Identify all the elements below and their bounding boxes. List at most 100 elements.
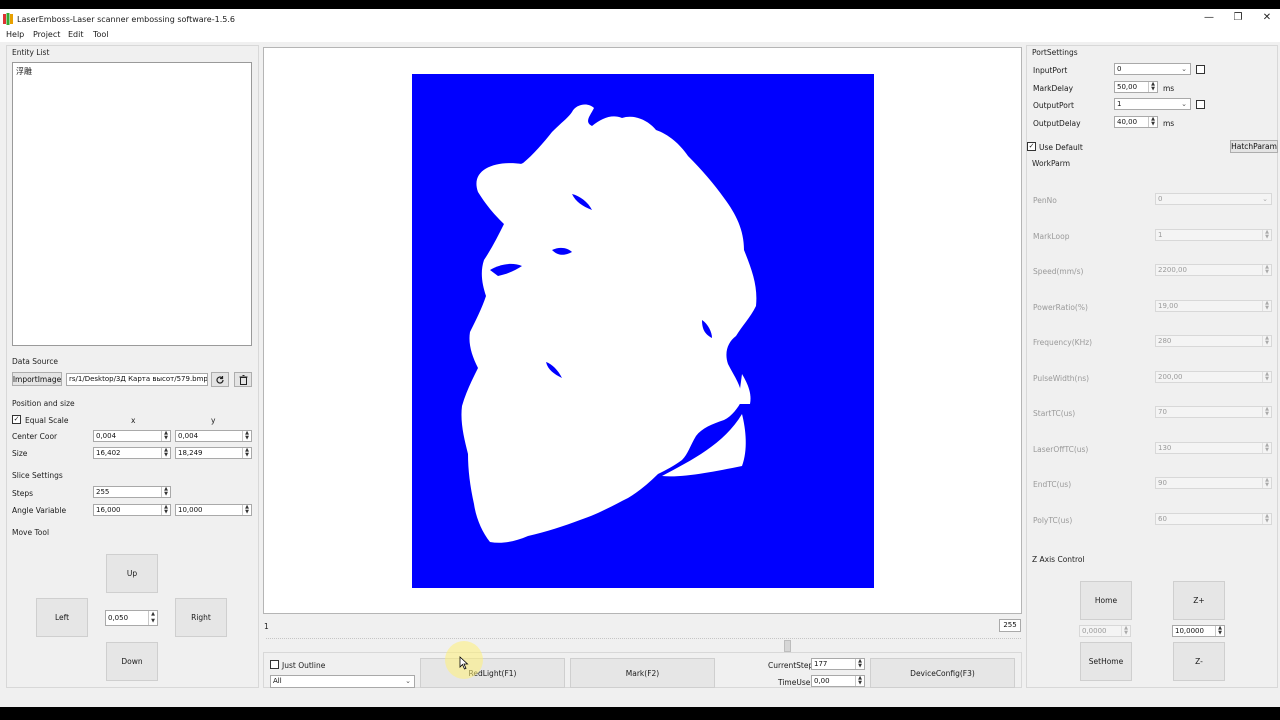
work-param-field: 130 ▲ ▼ — [1155, 442, 1272, 454]
spinner-icon[interactable]: ▲ ▼ — [161, 431, 170, 441]
redlight-button[interactable]: RedLight(F1) — [420, 658, 565, 688]
spinner-icon[interactable]: ▲ ▼ — [1148, 82, 1157, 92]
output-port-checkbox[interactable] — [1196, 100, 1205, 109]
slider-max-field[interactable]: 255 — [999, 619, 1021, 632]
spinner-icon[interactable]: ▲ ▼ — [161, 505, 170, 515]
spinner-icon[interactable]: ▲ ▼ — [855, 676, 864, 686]
current-step-field[interactable]: 177 ▲ ▼ — [811, 658, 865, 670]
chevron-down-icon: ⌄ — [405, 677, 411, 685]
port-settings-label: PortSettings — [1032, 48, 1078, 57]
work-param-label: LaserOffTC(us) — [1033, 445, 1089, 454]
spinner-icon: ▲ ▼ — [1262, 336, 1271, 346]
work-param-label: PenNo — [1033, 196, 1057, 205]
use-default-checkbox[interactable]: ✓ — [1027, 142, 1036, 151]
size-y-field[interactable]: 18,249 ▲ ▼ — [175, 447, 252, 459]
steps-field[interactable]: 255 ▲ ▼ — [93, 486, 171, 498]
minimize-icon[interactable]: — — [1200, 11, 1218, 25]
input-port-checkbox[interactable] — [1196, 65, 1205, 74]
move-left-button[interactable]: Left — [36, 598, 88, 637]
spinner-icon: ▲ ▼ — [1262, 265, 1271, 275]
chevron-down-icon: ⌄ — [1181, 65, 1187, 73]
size-x-field[interactable]: 16,402 ▲ ▼ — [93, 447, 171, 459]
z-home-button[interactable]: Home — [1080, 581, 1132, 620]
mark-delay-value: 50,00 — [1117, 83, 1138, 91]
set-home-button[interactable]: SetHome — [1080, 642, 1132, 681]
refresh-icon[interactable] — [211, 372, 229, 387]
trash-icon[interactable] — [234, 372, 252, 387]
output-port-dropdown[interactable]: 1 ⌄ — [1114, 98, 1191, 110]
work-param-value: 280 — [1158, 337, 1172, 345]
z-step-field[interactable]: 10,0000 ▲ ▼ — [1172, 625, 1225, 637]
spinner-icon[interactable]: ▲ ▼ — [855, 659, 864, 669]
work-param-field: 19,00 ▲ ▼ — [1155, 300, 1272, 312]
mark-delay-unit: ms — [1163, 84, 1175, 93]
work-param-label: PowerRatio(%) — [1033, 303, 1088, 312]
spinner-icon[interactable]: ▲ ▼ — [242, 505, 251, 515]
spinner-icon[interactable]: ▲ ▼ — [242, 431, 251, 441]
input-port-dropdown[interactable]: 0 ⌄ — [1114, 63, 1191, 75]
move-up-button[interactable]: Up — [106, 554, 158, 593]
center-y-field[interactable]: 0,004 ▲ ▼ — [175, 430, 252, 442]
slider-min-label: 1 — [264, 622, 269, 631]
menu-project[interactable]: Project — [33, 30, 60, 39]
hatch-param-button[interactable]: HatchParam — [1230, 140, 1278, 153]
chevron-down-icon: ⌄ — [1181, 100, 1187, 108]
angle-x-field[interactable]: 16,000 ▲ ▼ — [93, 504, 171, 516]
embossing-image-preview — [412, 74, 874, 588]
position-size-label: Position and size — [12, 399, 75, 408]
spinner-icon[interactable]: ▲ ▼ — [1215, 626, 1224, 636]
menu-help[interactable]: Help — [6, 30, 24, 39]
device-config-button[interactable]: DeviceConfig(F3) — [870, 658, 1015, 688]
window-title: LaserEmboss-Laser scanner embossing soft… — [17, 15, 235, 24]
work-param-label: MarkLoop — [1033, 232, 1070, 241]
mark-button[interactable]: Mark(F2) — [570, 658, 715, 688]
mark-delay-field[interactable]: 50,00 ▲ ▼ — [1114, 81, 1158, 93]
center-y-value: 0,004 — [178, 432, 199, 440]
work-param-field: 60 ▲ ▼ — [1155, 513, 1272, 525]
top-letterbox — [0, 0, 1280, 9]
list-item[interactable]: 浮雕 — [16, 66, 32, 77]
use-default-label: Use Default — [1039, 143, 1083, 152]
angle-y-field[interactable]: 10,000 ▲ ▼ — [175, 504, 252, 516]
spinner-icon[interactable]: ▲ ▼ — [148, 611, 157, 625]
move-step-value: 0,050 — [108, 614, 129, 622]
menu-tool[interactable]: Tool — [93, 30, 109, 39]
z-position-field: 0,0000 ▲ ▼ — [1079, 625, 1131, 637]
just-outline-checkbox[interactable] — [270, 660, 279, 669]
output-port-value: 1 — [1117, 100, 1122, 108]
entity-list[interactable]: 浮雕 — [12, 62, 252, 346]
equal-scale-checkbox[interactable]: ✓ — [12, 415, 21, 424]
move-step-field[interactable]: 0,050 ▲ ▼ — [105, 610, 158, 626]
work-param-value: 2200,00 — [1158, 266, 1187, 274]
spinner-icon: ▲ ▼ — [1262, 301, 1271, 311]
image-path-field[interactable]: rs/1/Desktop/3Д Карта высот/579.bmp — [66, 373, 208, 386]
time-use-field[interactable]: 0,00 ▲ ▼ — [811, 675, 865, 687]
output-delay-field[interactable]: 40,00 ▲ ▼ — [1114, 116, 1158, 128]
z-minus-button[interactable]: Z- — [1173, 642, 1225, 681]
import-image-button[interactable]: ImportImage — [12, 372, 62, 386]
spinner-icon[interactable]: ▲ ▼ — [242, 448, 251, 458]
z-plus-button[interactable]: Z+ — [1173, 581, 1225, 620]
work-param-field: 2200,00 ▲ ▼ — [1155, 264, 1272, 276]
move-right-button[interactable]: Right — [175, 598, 227, 637]
output-delay-value: 40,00 — [1117, 118, 1138, 126]
menu-edit[interactable]: Edit — [68, 30, 84, 39]
spinner-icon[interactable]: ▲ ▼ — [1148, 117, 1157, 127]
step-slider-handle[interactable] — [784, 640, 791, 652]
spinner-icon[interactable]: ▲ ▼ — [161, 448, 170, 458]
spinner-icon: ▲ ▼ — [1121, 626, 1130, 636]
work-param-label: StartTC(us) — [1033, 409, 1076, 418]
spinner-icon[interactable]: ▲ ▼ — [161, 487, 170, 497]
work-param-value: 0 — [1158, 195, 1163, 203]
input-port-value: 0 — [1117, 65, 1122, 73]
restore-icon[interactable]: ❐ — [1229, 11, 1247, 25]
step-slider-track[interactable] — [266, 638, 1021, 641]
filter-dropdown[interactable]: All ⌄ — [270, 675, 415, 688]
z-step-value: 10,0000 — [1175, 627, 1204, 635]
size-y-value: 18,249 — [178, 449, 203, 457]
move-down-button[interactable]: Down — [106, 642, 158, 681]
mouse-pointer-icon — [459, 656, 469, 670]
center-x-field[interactable]: 0,004 ▲ ▼ — [93, 430, 171, 442]
close-icon[interactable]: ✕ — [1258, 11, 1276, 25]
spinner-icon: ▲ ▼ — [1262, 514, 1271, 524]
